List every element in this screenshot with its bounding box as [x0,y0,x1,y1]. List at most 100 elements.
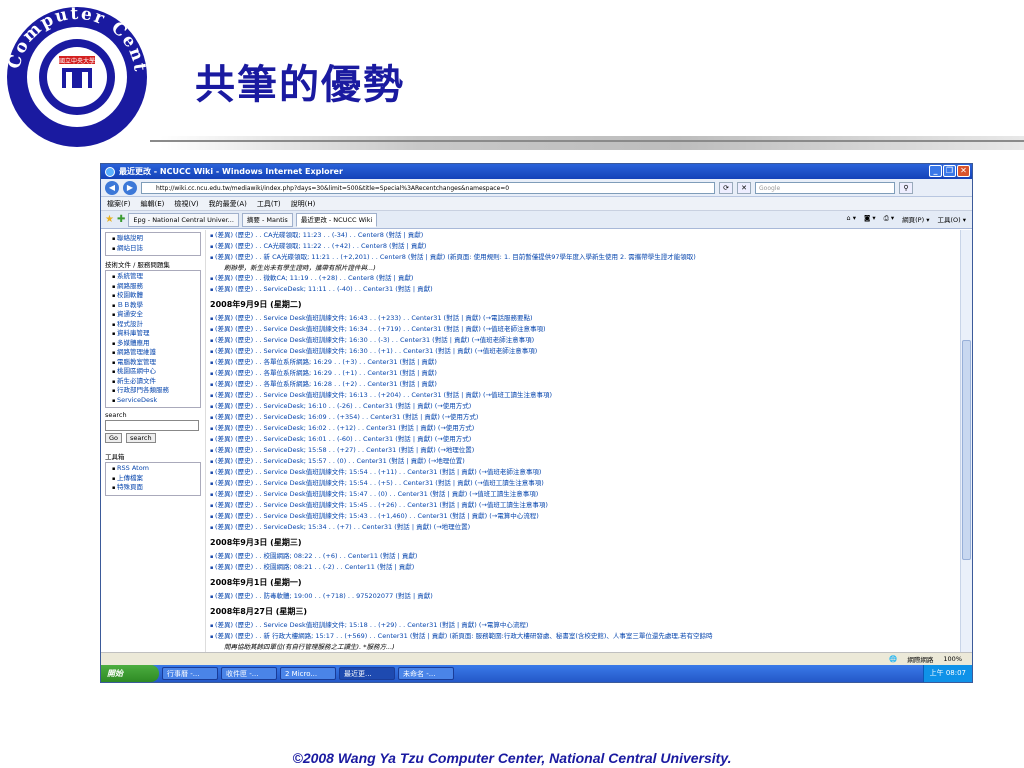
toolbox-item[interactable]: 上傳檔案 [112,474,197,484]
tab-recent-changes[interactable]: 最近更改 - NCUCC Wiki [295,212,378,227]
change-row[interactable]: (差異) (歷史) . . 校園網路; 08:21 . . (-2) . . C… [210,562,956,573]
change-row[interactable]: (差異) (歷史) . . ServiceDesk; 15:58 . . (+2… [210,445,956,456]
taskbar-item[interactable]: 行事曆 -... [162,667,218,680]
sidebar-item[interactable]: 系統管理 [112,272,197,282]
sidebar-item[interactable]: 聯絡說明 [112,234,197,244]
change-row[interactable]: (差異) (歷史) . . Service Desk值班訓練文件; 15:54 … [210,478,956,489]
window-title: 最近更改 - NCUCC Wiki - Windows Internet Exp… [119,167,343,176]
windows-taskbar: 開始 行事曆 -... 收件匣 -... 2 Micro... 最近更... 未… [101,665,972,682]
change-row[interactable]: (差異) (歷史) . . 校園網路; 08:22 . . (+6) . . C… [210,551,956,562]
change-row[interactable]: (差異) (歷史) . . 新 行政大樓網路; 15:17 . . (+569)… [210,631,956,642]
change-row[interactable]: (差異) (歷史) . . Service Desk值班訓練文件; 16:30 … [210,335,956,346]
menu-file[interactable]: 檔案(F) [107,199,131,209]
scroll-thumb[interactable] [962,340,971,560]
favorites-star-icon[interactable]: ★ [105,214,114,225]
day-heading: 2008年9月3日 (星期三) [210,538,302,547]
sidebar-item[interactable]: 資料庫管理 [112,329,197,339]
change-row[interactable]: (差異) (歷史) . . 各單位系所網路; 16:29 . . (+3) . … [210,357,956,368]
search-field[interactable]: Google [755,181,895,194]
logo-center-text: 國立中央大學 [59,57,95,65]
sidebar-item[interactable]: 桃園區網中心 [112,367,197,377]
change-row[interactable]: (差異) (歷史) . . 各單位系所網路; 16:28 . . (+2) . … [210,379,956,390]
toolbox-item[interactable]: RSS Atom [112,464,197,474]
change-row[interactable]: (差異) (歷史) . . 新 CA光碟領取; 11:21 . . (+2,20… [210,252,956,263]
page-content: 聯絡說明 網站日誌 技術文件 / 服務問題集 系統管理網路服務校園軟體ＢＢ教學資… [101,230,972,661]
print-icon[interactable]: ⎙ ▾ [884,214,895,224]
search-heading: search [105,411,127,419]
sidebar-item[interactable]: 資通安全 [112,310,197,320]
toolbox-heading: 工具箱 [105,453,125,461]
sidebar-item[interactable]: 程式設計 [112,320,197,330]
close-button[interactable]: ✕ [957,165,970,177]
change-row[interactable]: (差異) (歷史) . . ServiceDesk; 16:02 . . (+1… [210,423,956,434]
change-row[interactable]: (差異) (歷史) . . CA光碟領取; 11:22 . . (+42) . … [210,241,956,252]
search-button[interactable]: search [126,433,156,443]
tab-mantis[interactable]: 摘要 - Mantis [241,212,293,227]
sidebar-item[interactable]: 網路管理維護 [112,348,197,358]
day-heading: 2008年9月1日 (星期一) [210,578,302,587]
refresh-button[interactable]: ⟳ [719,181,733,194]
change-row[interactable]: (差異) (歷史) . . 微軟CA; 11:19 . . (+28) . . … [210,273,956,284]
sidebar-item[interactable]: 校園軟體 [112,291,197,301]
go-button[interactable]: Go [105,433,123,443]
change-row[interactable]: (差異) (歷史) . . 防毒軟體; 19:00 . . (+718) . .… [210,591,956,602]
url-field[interactable]: http://wiki.cc.ncu.edu.tw/mediawiki/inde… [141,181,715,194]
sidebar-item[interactable]: 新生必讀文件 [112,377,197,387]
taskbar-item[interactable]: 2 Micro... [280,667,336,680]
sidebar-item[interactable]: ＢＢ教學 [112,301,197,311]
nav-box: 聯絡說明 網站日誌 [105,232,201,256]
home-icon[interactable]: ⌂ ▾ [847,214,856,224]
change-row[interactable]: (差異) (歷史) . . Service Desk值班訓練文件; 16:13 … [210,390,956,401]
sidebar-item[interactable]: ServiceDesk [112,396,197,406]
menu-favorites[interactable]: 我的最愛(A) [209,199,247,209]
change-row[interactable]: (差異) (歷史) . . ServiceDesk; 15:57 . . (0)… [210,456,956,467]
change-row[interactable]: (差異) (歷史) . . Service Desk值班訓練文件; 15:54 … [210,467,956,478]
change-row[interactable]: (差異) (歷史) . . Service Desk值班訓練文件; 16:34 … [210,324,956,335]
menu-edit[interactable]: 編輯(E) [141,199,165,209]
change-comment: 刷辦學，新生尚未有學生證時，攜帶有照片證件與...) [224,264,376,272]
menu-tools[interactable]: 工具(T) [257,199,281,209]
wiki-search-input[interactable] [105,420,199,431]
change-row[interactable]: (差異) (歷史) . . ServiceDesk; 16:10 . . (-2… [210,401,956,412]
sidebar-item[interactable]: 多媒體應用 [112,339,197,349]
menu-view[interactable]: 檢視(V) [174,199,198,209]
taskbar-item[interactable]: 最近更... [339,667,395,680]
toolbox-item[interactable]: 特殊頁面 [112,483,197,493]
restore-button[interactable]: ❐ [943,165,956,177]
change-row[interactable]: (差異) (歷史) . . Service Desk值班訓練文件; 15:45 … [210,500,956,511]
tools-menu[interactable]: 工具(O) ▾ [937,214,966,224]
vertical-scrollbar[interactable] [960,230,972,661]
taskbar-item[interactable]: 未命名 -... [398,667,454,680]
change-row[interactable]: (差異) (歷史) . . ServiceDesk; 11:11 . . (-4… [210,284,956,295]
toolbox-box: RSS Atom上傳檔案特殊頁面 [105,462,201,496]
change-row[interactable]: (差異) (歷史) . . ServiceDesk; 15:34 . . (+7… [210,522,956,533]
browser-window: 最近更改 - NCUCC Wiki - Windows Internet Exp… [100,163,973,683]
zoom-level[interactable]: 100% [943,655,962,663]
sidebar-item[interactable]: 網站日誌 [112,244,197,254]
change-row[interactable]: (差異) (歷史) . . Service Desk值班訓練文件; 15:47 … [210,489,956,500]
taskbar-item[interactable]: 收件匣 -... [221,667,277,680]
sidebar-item[interactable]: 電腦教室管理 [112,358,197,368]
change-row[interactable]: (差異) (歷史) . . ServiceDesk; 16:01 . . (-6… [210,434,956,445]
back-button[interactable]: ◀ [105,180,119,195]
day-heading: 2008年8月27日 (星期三) [210,607,308,616]
add-favorite-icon[interactable]: ✚ [117,214,125,225]
change-row[interactable]: (差異) (歷史) . . CA光碟領取; 11:23 . . (-34) . … [210,230,956,241]
change-row[interactable]: (差異) (歷史) . . Service Desk值班訓練文件; 16:30 … [210,346,956,357]
menu-help[interactable]: 說明(H) [291,199,316,209]
change-row[interactable]: (差異) (歷史) . . Service Desk值班訓練文件; 15:18 … [210,620,956,631]
sidebar-item[interactable]: 行政部門各類服務 [112,386,197,396]
change-row[interactable]: (差異) (歷史) . . ServiceDesk; 16:09 . . (+3… [210,412,956,423]
tab-epg[interactable]: Epg - National Central Univer... [128,212,239,227]
search-icon[interactable]: ⚲ [899,181,913,194]
start-button[interactable]: 開始 [101,665,159,682]
stop-button[interactable]: ✕ [737,181,751,194]
feeds-icon[interactable]: ◙ ▾ [864,214,876,224]
change-row[interactable]: (差異) (歷史) . . 各單位系所網路; 16:29 . . (+1) . … [210,368,956,379]
change-row[interactable]: (差異) (歷史) . . Service Desk值班訓練文件; 16:43 … [210,313,956,324]
forward-button[interactable]: ▶ [123,180,137,195]
change-row[interactable]: (差異) (歷史) . . Service Desk值班訓練文件; 15:43 … [210,511,956,522]
page-menu[interactable]: 網頁(P) ▾ [902,214,929,224]
minimize-button[interactable]: _ [929,165,942,177]
sidebar-item[interactable]: 網路服務 [112,282,197,292]
